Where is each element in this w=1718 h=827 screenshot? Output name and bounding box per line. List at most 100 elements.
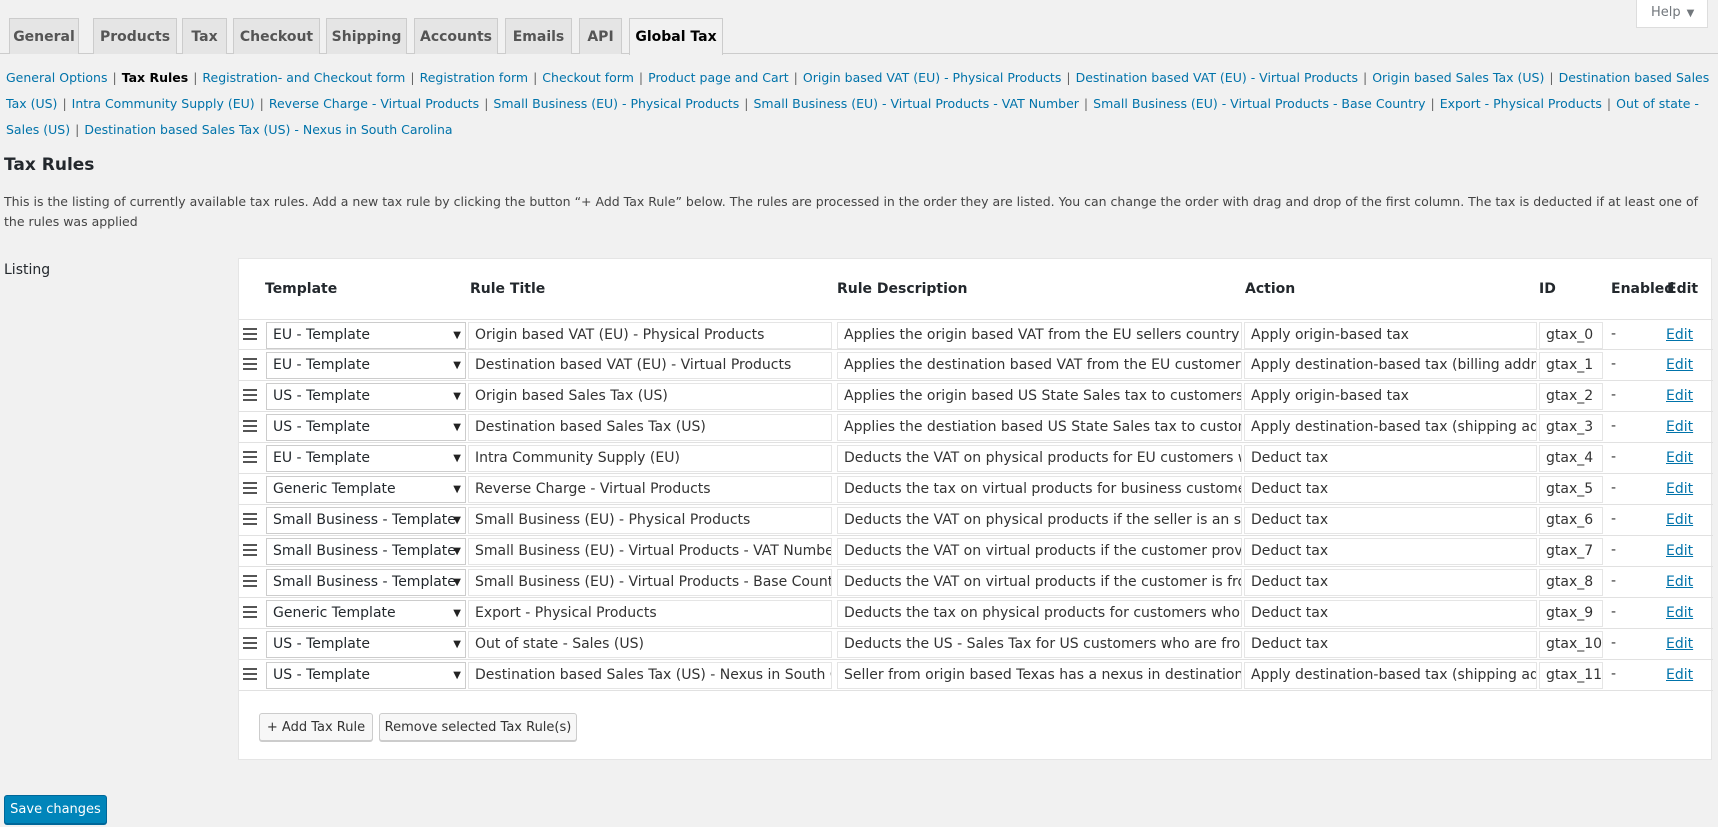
rule-title-field[interactable]: Destination based Sales Tax (US) xyxy=(468,414,832,441)
id-field[interactable]: gtax_3 xyxy=(1539,414,1603,441)
subnav-reverse-charge[interactable]: Reverse Charge - Virtual Products xyxy=(269,96,479,111)
rule-description-field[interactable]: Applies the origin based US State Sales … xyxy=(837,383,1242,410)
drag-handle-icon[interactable] xyxy=(243,482,257,494)
subnav-registration-checkout-form[interactable]: Registration- and Checkout form xyxy=(202,70,405,85)
id-field[interactable]: gtax_2 xyxy=(1539,383,1603,410)
tab-checkout[interactable]: Checkout xyxy=(233,18,320,54)
subnav-small-business-vat-number[interactable]: Small Business (EU) - Virtual Products -… xyxy=(753,96,1078,111)
subnav-nexus-south-carolina[interactable]: Destination based Sales Tax (US) - Nexus… xyxy=(84,122,452,137)
rule-description-field[interactable]: Deducts the VAT on physical products for… xyxy=(837,445,1242,472)
drag-handle-icon[interactable] xyxy=(243,637,257,649)
rule-title-field[interactable]: Export - Physical Products xyxy=(468,600,832,627)
rule-title-field[interactable]: Reverse Charge - Virtual Products xyxy=(468,476,832,503)
action-field[interactable]: Deduct tax xyxy=(1244,600,1537,627)
rule-title-field[interactable]: Intra Community Supply (EU) xyxy=(468,445,832,472)
rule-description-field[interactable]: Deducts the VAT on virtual products if t… xyxy=(837,538,1242,565)
edit-link[interactable]: Edit xyxy=(1666,600,1693,627)
subnav-origin-vat-eu[interactable]: Origin based VAT (EU) - Physical Product… xyxy=(803,70,1061,85)
rule-title-field[interactable]: Small Business (EU) - Physical Products xyxy=(468,507,832,534)
tab-general[interactable]: General xyxy=(9,18,79,54)
tab-shipping[interactable]: Shipping xyxy=(326,18,407,54)
action-field[interactable]: Deduct tax xyxy=(1244,569,1537,596)
action-field[interactable]: Apply destination-based tax (shipping ad… xyxy=(1244,662,1537,689)
action-field[interactable]: Apply destination-based tax (shipping ad… xyxy=(1244,414,1537,441)
template-select[interactable]: US - Template ▼ xyxy=(266,662,466,689)
template-select[interactable]: EU - Template ▼ xyxy=(266,445,466,472)
id-field[interactable]: gtax_8 xyxy=(1539,569,1603,596)
edit-link[interactable]: Edit xyxy=(1666,352,1693,379)
edit-link[interactable]: Edit xyxy=(1666,414,1693,441)
edit-link[interactable]: Edit xyxy=(1666,445,1693,472)
tab-api[interactable]: API xyxy=(579,18,622,54)
tab-accounts[interactable]: Accounts xyxy=(414,18,498,54)
drag-handle-icon[interactable] xyxy=(243,668,257,680)
edit-link[interactable]: Edit xyxy=(1666,631,1693,658)
rule-title-field[interactable]: Small Business (EU) - Virtual Products -… xyxy=(468,538,832,565)
action-field[interactable]: Deduct tax xyxy=(1244,538,1537,565)
action-field[interactable]: Deduct tax xyxy=(1244,631,1537,658)
drag-handle-icon[interactable] xyxy=(243,420,257,432)
id-field[interactable]: gtax_5 xyxy=(1539,476,1603,503)
id-field[interactable]: gtax_10 xyxy=(1539,631,1603,658)
rule-description-field[interactable]: Applies the destination based VAT from t… xyxy=(837,352,1242,379)
subnav-origin-sales-tax-us[interactable]: Origin based Sales Tax (US) xyxy=(1372,70,1544,85)
rule-title-field[interactable]: Origin based VAT (EU) - Physical Product… xyxy=(468,322,832,349)
subnav-intra-community-supply[interactable]: Intra Community Supply (EU) xyxy=(72,96,255,111)
action-field[interactable]: Deduct tax xyxy=(1244,445,1537,472)
subnav-product-page-cart[interactable]: Product page and Cart xyxy=(648,70,789,85)
add-tax-rule-button[interactable]: + Add Tax Rule xyxy=(259,713,373,741)
template-select[interactable]: Small Business - Template ▼ xyxy=(266,538,466,565)
tab-global-tax[interactable]: Global Tax xyxy=(629,18,723,55)
drag-handle-icon[interactable] xyxy=(243,513,257,525)
subnav-destination-vat-eu[interactable]: Destination based VAT (EU) - Virtual Pro… xyxy=(1076,70,1358,85)
rule-description-field[interactable]: Applies the destiation based US State Sa… xyxy=(837,414,1242,441)
rule-description-field[interactable]: Deducts the VAT on virtual products if t… xyxy=(837,569,1242,596)
action-field[interactable]: Apply destination-based tax (billing add… xyxy=(1244,352,1537,379)
action-field[interactable]: Apply origin-based tax xyxy=(1244,322,1537,349)
id-field[interactable]: gtax_11 xyxy=(1539,662,1603,689)
subnav-small-business-physical[interactable]: Small Business (EU) - Physical Products xyxy=(493,96,739,111)
subnav-checkout-form[interactable]: Checkout form xyxy=(542,70,634,85)
drag-handle-icon[interactable] xyxy=(243,575,257,587)
edit-link[interactable]: Edit xyxy=(1666,383,1693,410)
action-field[interactable]: Deduct tax xyxy=(1244,476,1537,503)
subnav-general-options[interactable]: General Options xyxy=(6,70,107,85)
rule-description-field[interactable]: Deducts the tax on virtual products for … xyxy=(837,476,1242,503)
drag-handle-icon[interactable] xyxy=(243,389,257,401)
subnav-export-physical[interactable]: Export - Physical Products xyxy=(1440,96,1602,111)
edit-link[interactable]: Edit xyxy=(1666,322,1693,349)
rule-title-field[interactable]: Origin based Sales Tax (US) xyxy=(468,383,832,410)
rule-title-field[interactable]: Out of state - Sales (US) xyxy=(468,631,832,658)
rule-title-field[interactable]: Destination based VAT (EU) - Virtual Pro… xyxy=(468,352,832,379)
action-field[interactable]: Deduct tax xyxy=(1244,507,1537,534)
edit-link[interactable]: Edit xyxy=(1666,507,1693,534)
id-field[interactable]: gtax_6 xyxy=(1539,507,1603,534)
template-select[interactable]: US - Template ▼ xyxy=(266,414,466,441)
drag-handle-icon[interactable] xyxy=(243,544,257,556)
edit-link[interactable]: Edit xyxy=(1666,538,1693,565)
edit-link[interactable]: Edit xyxy=(1666,476,1693,503)
tab-emails[interactable]: Emails xyxy=(505,18,572,54)
template-select[interactable]: US - Template ▼ xyxy=(266,383,466,410)
edit-link[interactable]: Edit xyxy=(1666,662,1693,689)
template-select[interactable]: Generic Template ▼ xyxy=(266,600,466,627)
remove-tax-rules-button[interactable]: Remove selected Tax Rule(s) xyxy=(379,713,577,741)
id-field[interactable]: gtax_1 xyxy=(1539,352,1603,379)
rule-description-field[interactable]: Deducts the VAT on physical products if … xyxy=(837,507,1242,534)
id-field[interactable]: gtax_7 xyxy=(1539,538,1603,565)
subnav-small-business-base-country[interactable]: Small Business (EU) - Virtual Products -… xyxy=(1093,96,1425,111)
rule-description-field[interactable]: Applies the origin based VAT from the EU… xyxy=(837,322,1242,349)
template-select[interactable]: Small Business - Template ▼ xyxy=(266,507,466,534)
drag-handle-icon[interactable] xyxy=(243,451,257,463)
id-field[interactable]: gtax_4 xyxy=(1539,445,1603,472)
template-select[interactable]: EU - Template ▼ xyxy=(266,322,466,349)
template-select[interactable]: Small Business - Template ▼ xyxy=(266,569,466,596)
edit-link[interactable]: Edit xyxy=(1666,569,1693,596)
rule-description-field[interactable]: Deducts the tax on physical products for… xyxy=(837,600,1242,627)
id-field[interactable]: gtax_0 xyxy=(1539,322,1603,349)
drag-handle-icon[interactable] xyxy=(243,328,257,340)
template-select[interactable]: Generic Template ▼ xyxy=(266,476,466,503)
rule-description-field[interactable]: Deducts the US - Sales Tax for US custom… xyxy=(837,631,1242,658)
tab-tax[interactable]: Tax xyxy=(182,18,227,54)
rule-title-field[interactable]: Destination based Sales Tax (US) - Nexus… xyxy=(468,662,832,689)
